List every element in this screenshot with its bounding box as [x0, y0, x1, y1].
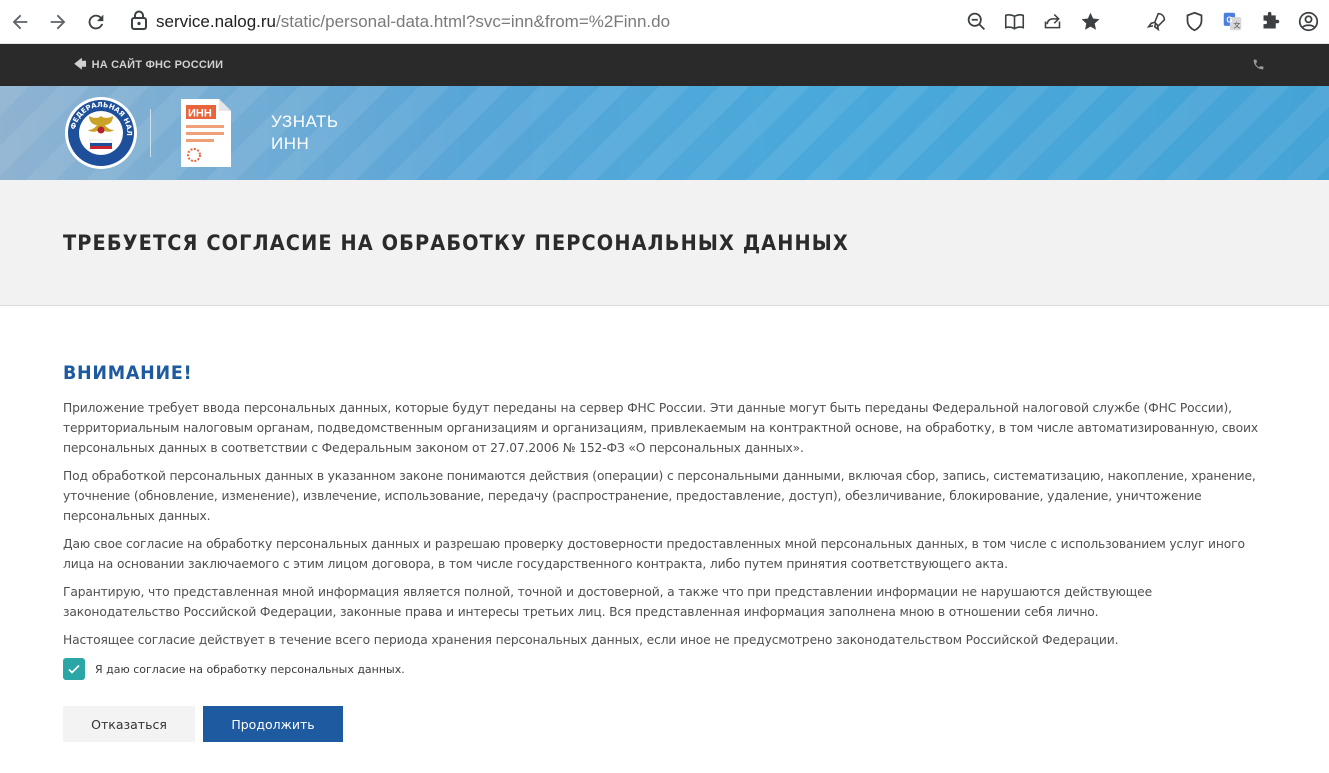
- action-buttons: Отказаться Продолжить: [63, 706, 1266, 742]
- attention-heading: ВНИМАНИЕ!: [63, 362, 193, 384]
- consent-checkbox[interactable]: [63, 658, 85, 680]
- url-path: /static/personal-data.html?svc=inn&from=…: [276, 11, 671, 31]
- url-domain: service.nalog.ru: [156, 11, 277, 31]
- consent-checkbox-row[interactable]: Я даю согласие на обработку персональных…: [63, 658, 1266, 680]
- consent-paragraph-2: Под обработкой персональных данных в ука…: [63, 469, 1256, 523]
- page-title: ТРЕБУЕТСЯ СОГЛАСИЕ НА ОБРАБОТКУ ПЕРСОНАЛ…: [63, 230, 849, 255]
- extensions-puzzle-icon[interactable]: [1253, 5, 1287, 39]
- back-arrow-icon[interactable]: [4, 6, 36, 38]
- banner-title: УЗНАТЬ ИНН: [271, 111, 339, 155]
- back-to-fns-link[interactable]: 🡄 НА САЙТ ФНС РОССИИ: [74, 55, 223, 76]
- service-banner: ФЕДЕРАЛЬНАЯ НАЛОГОВАЯ СЛУЖБА ИНН УЗНАТЬ …: [0, 86, 1329, 180]
- browser-toolbar: service.nalog.ru/static/personal-data.ht…: [0, 0, 1329, 44]
- svg-text:G: G: [1226, 15, 1232, 24]
- consent-checkbox-label[interactable]: Я даю согласие на обработку персональных…: [95, 663, 405, 676]
- inn-doc-label: ИНН: [188, 108, 212, 120]
- zoom-out-icon[interactable]: [959, 5, 993, 39]
- arrow-left-icon: 🡄: [74, 56, 87, 71]
- lock-icon: [130, 10, 148, 34]
- decline-button[interactable]: Отказаться: [63, 706, 195, 742]
- page-heading-band: ТРЕБУЕТСЯ СОГЛАСИЕ НА ОБРАБОТКУ ПЕРСОНАЛ…: [0, 180, 1329, 306]
- phone-icon[interactable]: [1252, 56, 1265, 75]
- share-icon[interactable]: [1035, 5, 1069, 39]
- consent-content: ВНИМАНИЕ! Приложение требует ввода персо…: [0, 306, 1329, 742]
- profile-icon[interactable]: [1291, 5, 1325, 39]
- banner-title-line1: УЗНАТЬ: [271, 112, 339, 131]
- checkmark-icon: [68, 664, 80, 674]
- forward-arrow-icon[interactable]: [42, 6, 74, 38]
- continue-button[interactable]: Продолжить: [203, 706, 343, 742]
- shield-icon[interactable]: [1177, 5, 1211, 39]
- svg-text:文: 文: [1233, 21, 1240, 30]
- consent-paragraph-4: Гарантирую, что представленная мной инфо…: [63, 585, 1152, 619]
- translate-icon[interactable]: G文: [1215, 5, 1249, 39]
- consent-paragraph-1: Приложение требует ввода персональных да…: [63, 401, 1258, 455]
- reader-mode-icon[interactable]: [997, 5, 1031, 39]
- url-text: service.nalog.ru/static/personal-data.ht…: [156, 12, 670, 32]
- bookmark-star-icon[interactable]: [1073, 5, 1107, 39]
- banner-title-line2: ИНН: [271, 134, 310, 153]
- reload-icon[interactable]: [80, 6, 112, 38]
- fns-emblem-icon[interactable]: ФЕДЕРАЛЬНАЯ НАЛОГОВАЯ СЛУЖБА: [64, 96, 138, 170]
- banner-divider: [150, 109, 151, 157]
- consent-paragraph-5: Настоящее согласие действует в течение в…: [63, 633, 1119, 647]
- inn-document-icon: ИНН: [181, 99, 231, 167]
- back-to-fns-label: НА САЙТ ФНС РОССИИ: [91, 59, 224, 71]
- address-bar[interactable]: service.nalog.ru/static/personal-data.ht…: [130, 10, 959, 34]
- consent-paragraph-3: Даю свое согласие на обработку персональ…: [63, 537, 1245, 571]
- rocket-icon[interactable]: [1139, 5, 1173, 39]
- site-top-nav: 🡄 НА САЙТ ФНС РОССИИ: [0, 44, 1329, 86]
